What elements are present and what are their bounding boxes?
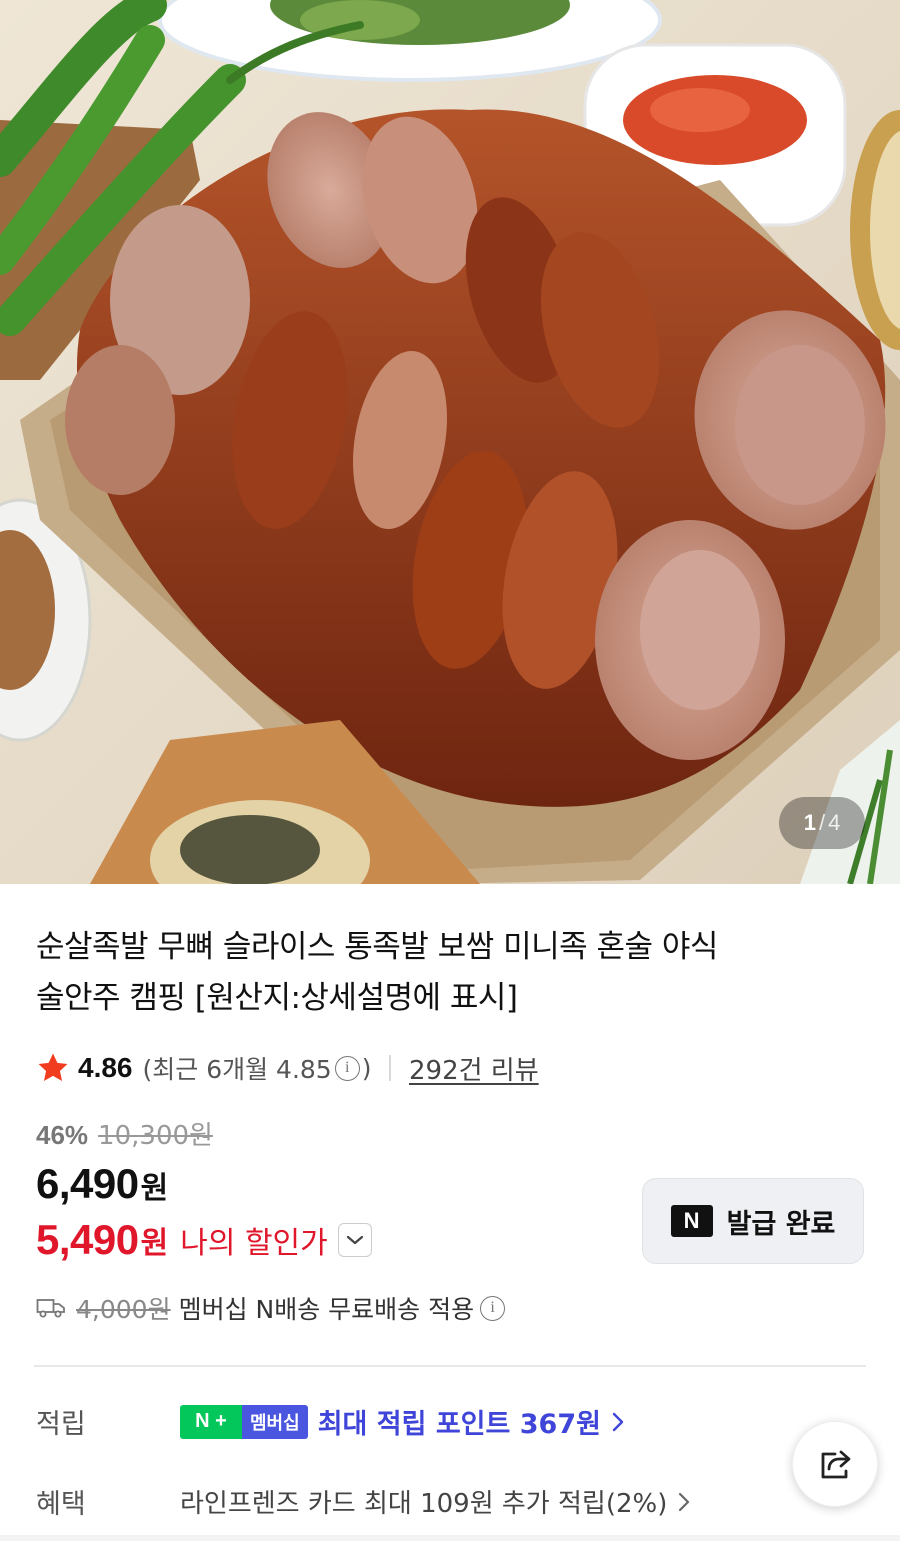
- rating-recent-prefix: (최근 6개월 4.85: [142, 1055, 332, 1084]
- my-discount-label: 나의 할인가: [180, 1226, 328, 1261]
- max-points-text: 최대 적립 포인트 367원: [317, 1409, 601, 1440]
- nplus-badge-right: 멤버십: [242, 1404, 308, 1439]
- chevron-right-icon: [612, 1412, 624, 1431]
- bottom-separator: [0, 1535, 900, 1541]
- points-row[interactable]: 적립 N + 멤버십 최대 적립 포인트 367원: [36, 1402, 625, 1441]
- naver-plus-membership-badge: N + 멤버십: [180, 1404, 308, 1439]
- coupon-issued-button[interactable]: N 발급 완료: [642, 1178, 864, 1264]
- product-photo-illustration: [0, 0, 900, 884]
- product-image[interactable]: 1 / 4: [0, 0, 900, 884]
- product-title-line2: 술안주 캠핑 [원산지:상세설명에 표시]: [36, 980, 518, 1016]
- nplus-badge-left: N +: [180, 1404, 242, 1439]
- page-current: 1: [803, 810, 816, 835]
- coupon-issued-label: 발급 완료: [726, 1208, 836, 1240]
- shipping-row: 4,000원 멤버십 N배송 무료배송 적용 i: [36, 1290, 507, 1326]
- sale-price-unit: 원: [140, 1171, 169, 1206]
- rating-row: 4.86 (최근 6개월 4.85 i ) 292건 리뷰: [36, 1048, 539, 1088]
- section-divider: [34, 1365, 866, 1367]
- review-count-link[interactable]: 292건 리뷰: [409, 1050, 539, 1087]
- image-page-indicator: 1 / 4: [779, 797, 865, 849]
- benefit-text: 라인프렌즈 카드 최대 109원 추가 적립(2%): [180, 1489, 668, 1519]
- info-icon[interactable]: i: [480, 1295, 506, 1321]
- share-button[interactable]: [792, 1421, 878, 1507]
- rating-score: 4.86: [78, 1052, 133, 1083]
- my-price-row: 5,490 원 나의 할인가: [36, 1216, 372, 1264]
- points-label: 적립: [36, 1409, 86, 1440]
- naver-n-icon: N: [670, 1205, 713, 1237]
- chevron-down-icon: [346, 1235, 363, 1245]
- page-total: 4: [828, 810, 841, 835]
- sale-price-row: 6,490 원: [36, 1160, 168, 1208]
- benefit-row[interactable]: 혜택 라인프렌즈 카드 최대 109원 추가 적립(2%): [36, 1482, 691, 1521]
- my-price-toggle-button[interactable]: [337, 1223, 372, 1257]
- benefit-label: 혜택: [36, 1489, 86, 1520]
- product-title-line1: 순살족발 무뼈 슬라이스 통족발 보쌈 미니족 혼술 야식: [36, 929, 718, 965]
- star-icon: [38, 1053, 68, 1082]
- product-title: 순살족발 무뼈 슬라이스 통족발 보쌈 미니족 혼술 야식 술안주 캠핑 [원산…: [36, 922, 796, 1024]
- rating-recent-suffix: ): [361, 1053, 372, 1083]
- info-icon[interactable]: i: [334, 1055, 360, 1081]
- original-shipping-fee: 4,000원: [76, 1295, 171, 1324]
- discount-row: 46% 10,300원: [36, 1115, 213, 1152]
- my-discount-price: 5,490: [36, 1216, 139, 1263]
- sale-price: 6,490: [36, 1160, 139, 1207]
- original-price: 10,300원: [98, 1121, 213, 1151]
- shipping-text: 멤버십 N배송 무료배송 적용: [178, 1295, 475, 1324]
- truck-icon: [36, 1299, 65, 1318]
- page-separator: /: [818, 810, 826, 835]
- chevron-right-icon: [679, 1492, 690, 1511]
- share-icon: [821, 1450, 851, 1479]
- rating-divider: [389, 1055, 391, 1081]
- discount-rate: 46%: [36, 1120, 89, 1150]
- my-discount-price-unit: 원: [140, 1226, 169, 1261]
